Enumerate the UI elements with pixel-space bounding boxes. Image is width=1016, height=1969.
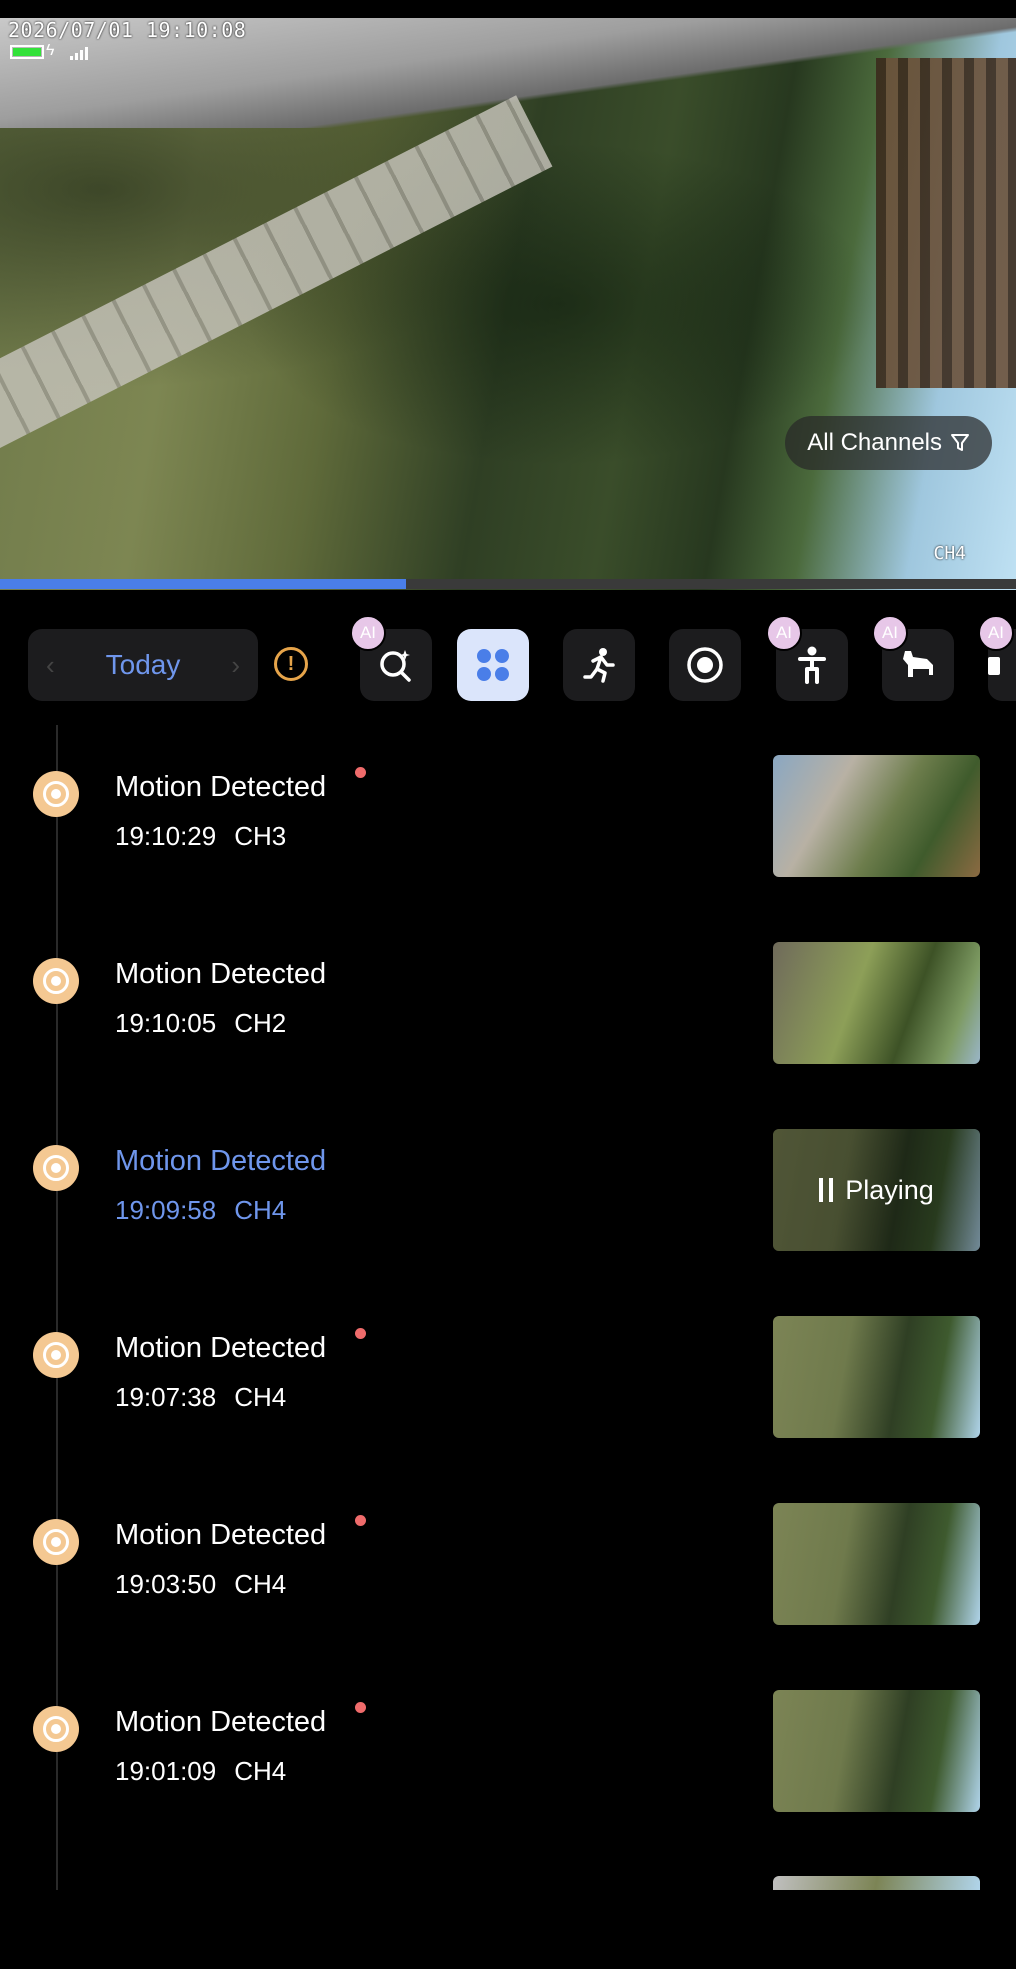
event-title: Motion Detected [115,1332,327,1364]
event-meta: 19:07:38 CH4 [115,1382,286,1413]
playback-progress-fill [0,579,407,589]
battery-icon [10,45,44,59]
event-channel: CH4 [234,1382,287,1412]
event-title: Motion Detected [115,958,327,990]
osd-channel-label: CH4 [933,543,966,564]
event-thumbnail[interactable] [773,1316,980,1438]
person-tool-button[interactable]: AI [766,615,848,701]
date-selector[interactable]: ‹ Today › [28,629,258,701]
record-icon [687,647,723,683]
event-meta: 19:03:50 CH4 [115,1569,286,1600]
unread-indicator [355,767,366,778]
grid-icon [477,649,509,681]
event-title: Motion Detected [115,1145,327,1177]
charging-icon: ϟ [46,42,55,59]
motion-tool-button[interactable] [563,629,635,701]
event-thumbnail[interactable] [773,942,980,1064]
running-person-icon [583,648,615,683]
pet-tool-button[interactable]: AI [872,615,954,701]
motion-event-icon [33,1706,79,1752]
event-time: 19:03:50 [115,1569,217,1599]
event-meta: 19:01:09 CH4 [115,1756,286,1787]
event-time: 19:09:58 [115,1195,217,1225]
ai-badge: AI [766,615,802,651]
event-channel: CH4 [234,1569,287,1599]
event-title: Motion Detected [115,1519,327,1551]
event-time: 19:10:05 [115,1008,217,1038]
filter-toolbar: ‹ Today › ! AI AI AI AI [0,615,1016,718]
event-channel: CH3 [234,821,287,851]
motion-event-icon [33,771,79,817]
filter-icon [951,434,969,451]
event-meta: 19:10:05 CH2 [115,1008,286,1039]
unread-indicator [355,1702,366,1713]
event-channel: CH4 [234,1195,287,1225]
event-title: Motion Detected [115,1706,327,1738]
event-item[interactable]: Motion Detected 19:10:29 CH3 [0,755,1016,877]
date-label: Today [105,649,181,680]
person-icon [798,646,826,684]
event-title: Motion Detected [115,771,327,803]
event-thumbnail-partial[interactable] [773,1876,980,1890]
all-channels-label: All Channels [807,429,942,456]
motion-event-icon [33,958,79,1004]
event-time: 19:10:29 [115,821,217,851]
motion-event-icon [33,1145,79,1191]
unread-indicator [355,1328,366,1339]
event-thumbnail[interactable] [773,755,980,877]
event-thumbnail[interactable] [773,1690,980,1812]
event-time: 19:01:09 [115,1756,217,1786]
playing-label: Playing [845,1174,934,1205]
event-thumbnail[interactable] [773,1503,980,1625]
chevron-left-icon[interactable]: ‹ [46,650,55,681]
signal-icon [70,46,88,60]
event-item[interactable]: Motion Detected 19:03:50 CH4 [0,1503,1016,1625]
event-meta: 19:10:29 CH3 [115,821,286,852]
event-thumbnail[interactable]: Playing [773,1129,980,1251]
event-item[interactable]: Motion Detected 19:10:05 CH2 [0,942,1016,1064]
playback-progress-bar[interactable] [0,579,1016,589]
ai-search-icon [380,650,411,682]
status-strip [0,0,1016,18]
event-channel: CH4 [234,1756,287,1786]
ai-search-tool-button[interactable]: AI [350,615,432,701]
playing-overlay[interactable]: Playing [773,1129,980,1251]
all-channels-filter-button[interactable]: All Channels [785,416,992,470]
vehicle-tool-button[interactable]: AI [978,615,1016,701]
warning-icon[interactable]: ! [274,647,308,681]
unread-indicator [355,1515,366,1526]
video-frame-fence [876,58,1016,388]
pause-icon [819,1178,834,1202]
motion-event-icon [33,1519,79,1565]
motion-event-icon [33,1332,79,1378]
record-tool-button[interactable] [669,629,741,701]
all-events-tool-button[interactable] [457,629,529,701]
video-player[interactable]: 2026/07/01 19:10:08 ϟ All Channels CH4 [0,18,1016,590]
chevron-right-icon[interactable]: › [231,650,240,681]
ai-badge: AI [350,615,386,651]
pet-icon [903,651,933,677]
osd-timestamp: 2026/07/01 19:10:08 [8,18,247,42]
event-item[interactable]: Motion Detected 19:07:38 CH4 [0,1316,1016,1438]
event-channel: CH2 [234,1008,287,1038]
event-item[interactable]: Motion Detected 19:01:09 CH4 [0,1690,1016,1812]
event-item-active[interactable]: Motion Detected 19:09:58 CH4 Playing [0,1129,1016,1251]
event-meta: 19:09:58 CH4 [115,1195,286,1226]
ai-badge: AI [872,615,908,651]
event-time: 19:07:38 [115,1382,217,1412]
vehicle-icon [988,657,1000,675]
ai-badge: AI [978,615,1014,651]
